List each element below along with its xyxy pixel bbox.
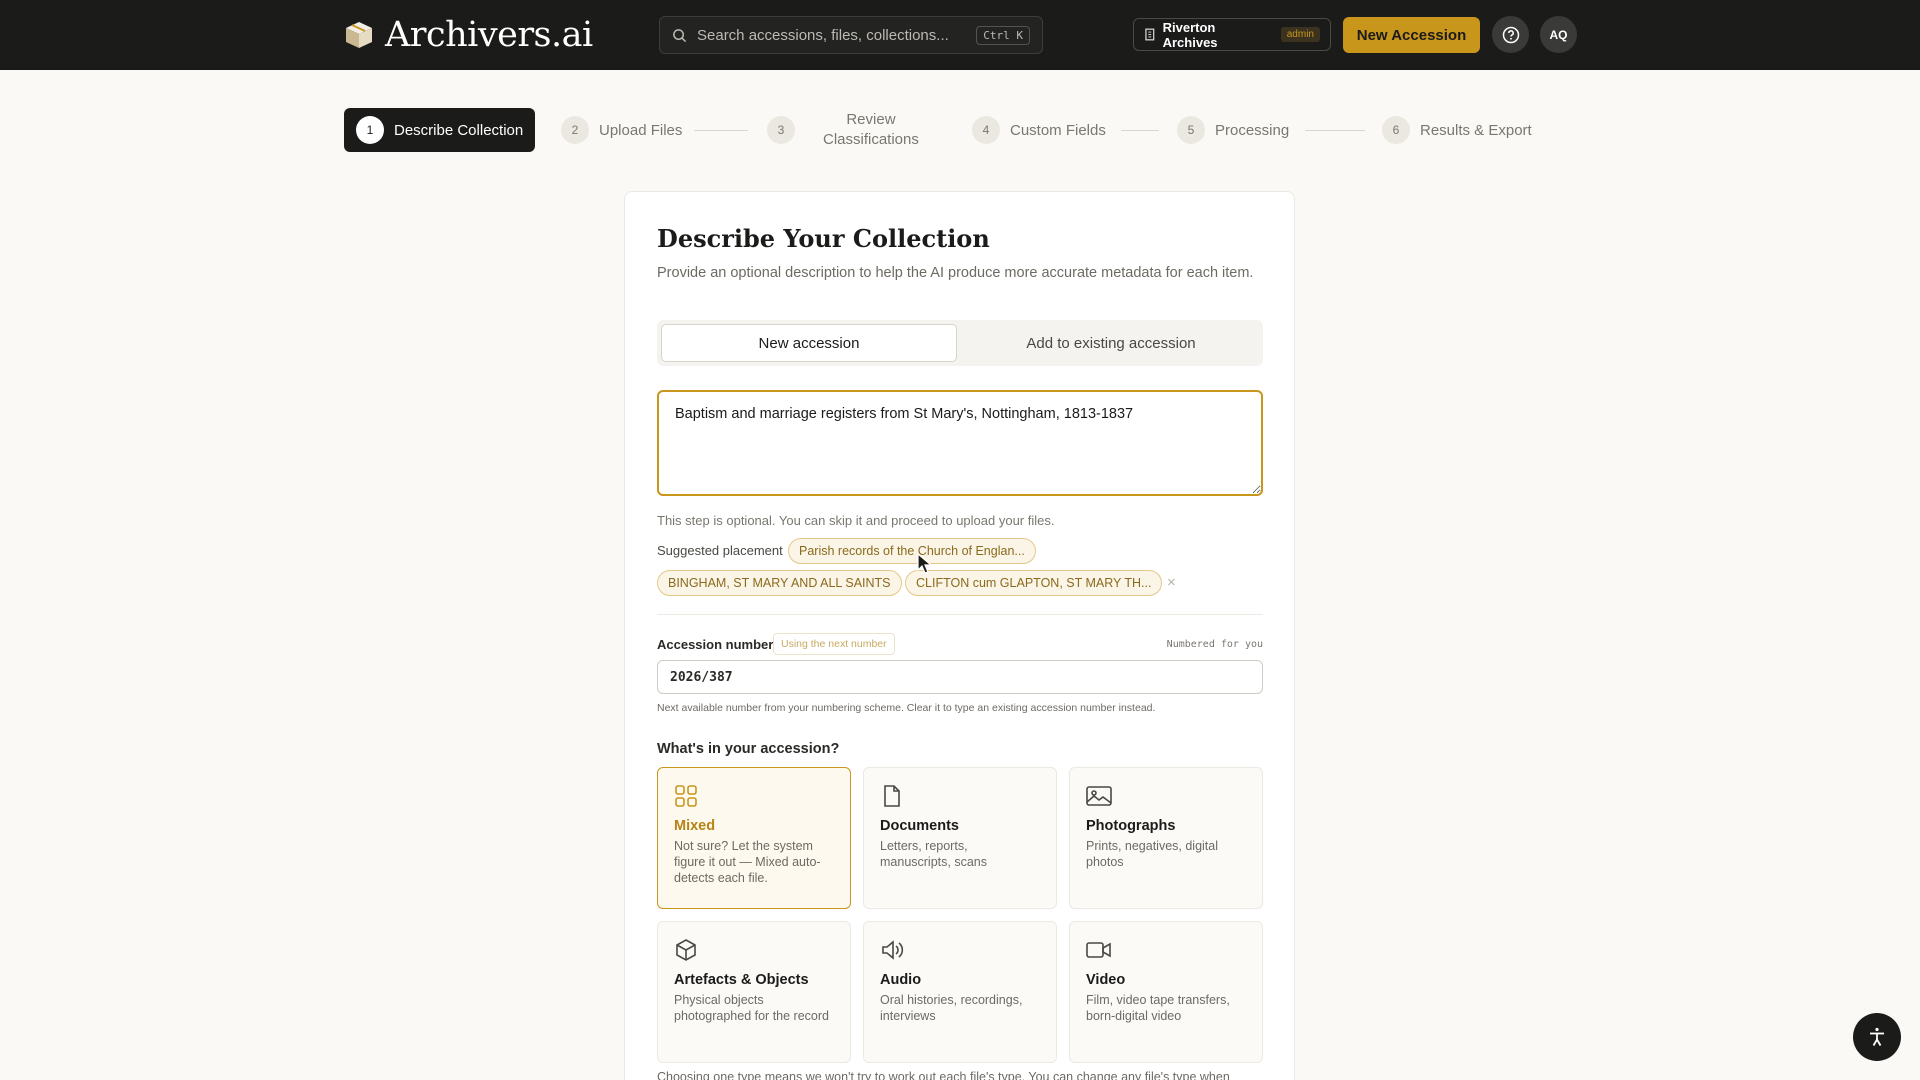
optional-hint: This step is optional. You can skip it a… bbox=[657, 513, 1055, 528]
top-bar: Archivers.ai Ctrl K Riverton Archives ad… bbox=[0, 0, 1920, 70]
step-number: 6 bbox=[1382, 116, 1410, 144]
step-label: Describe Collection bbox=[394, 121, 524, 139]
step-label-line2: Classifications bbox=[823, 131, 919, 148]
accession-number-help: Next available number from your numberin… bbox=[657, 702, 1156, 714]
collection-description-input[interactable] bbox=[657, 390, 1263, 496]
cube-icon bbox=[676, 939, 696, 961]
type-title: Photographs bbox=[1086, 818, 1176, 834]
type-description: Film, video tape transfers, born-digital… bbox=[1086, 993, 1230, 1023]
new-accession-tab[interactable]: New accession bbox=[661, 324, 957, 362]
step-review-classifications[interactable]: 3 Review Classifications bbox=[767, 110, 919, 150]
grid-icon bbox=[675, 785, 697, 807]
type-choice-note: Choosing one type means we won't try to … bbox=[657, 1070, 1230, 1080]
suggestion-chip[interactable]: BINGHAM, ST MARY AND ALL SAINTS bbox=[657, 570, 902, 596]
app-logo[interactable]: Archivers.ai bbox=[343, 14, 593, 56]
role-badge: admin bbox=[1280, 27, 1320, 42]
page-subtitle: Provide an optional description to help … bbox=[657, 265, 1254, 281]
type-card-audio[interactable]: Audio Oral histories, recordings, interv… bbox=[863, 921, 1057, 1063]
building-icon bbox=[1145, 28, 1155, 41]
video-icon bbox=[1086, 942, 1111, 958]
step-number: 1 bbox=[356, 116, 384, 144]
step-custom-fields[interactable]: 4 Custom Fields bbox=[972, 116, 1106, 144]
type-title: Video bbox=[1086, 972, 1126, 988]
accession-number-input[interactable] bbox=[657, 660, 1263, 694]
search-shortcut-hint: Ctrl K bbox=[976, 25, 1030, 45]
page-title: Describe Your Collection bbox=[657, 224, 990, 253]
suggestion-chip[interactable]: CLIFTON cum GLAPTON, ST MARY TH... bbox=[905, 570, 1163, 596]
type-title: Documents bbox=[880, 818, 959, 834]
type-title: Mixed bbox=[674, 818, 716, 834]
type-description: Letters, reports, manuscripts, scans bbox=[880, 839, 987, 869]
org-name: Riverton Archives bbox=[1162, 19, 1218, 50]
type-description: Oral histories, recordings, interviews bbox=[880, 993, 1023, 1023]
org-switcher[interactable]: Riverton Archives admin bbox=[1133, 18, 1331, 51]
step-connector bbox=[1305, 130, 1365, 131]
step-connector bbox=[1121, 130, 1159, 131]
step-describe-collection[interactable]: 1 Describe Collection bbox=[344, 108, 536, 152]
type-description: Prints, negatives, digital photos bbox=[1086, 839, 1219, 869]
accessibility-icon bbox=[1870, 1027, 1884, 1046]
search-icon bbox=[673, 28, 687, 42]
global-search[interactable]: Ctrl K bbox=[659, 16, 1043, 54]
document-icon bbox=[884, 785, 900, 807]
step-processing[interactable]: 5 Processing bbox=[1177, 116, 1289, 144]
dismiss-suggestions-button[interactable]: × bbox=[1167, 574, 1176, 591]
step-label: Processing bbox=[1215, 121, 1290, 139]
archive-box-icon bbox=[346, 22, 372, 48]
step-label: Review Classifications bbox=[823, 110, 919, 150]
logo-text: Archivers.ai bbox=[385, 15, 593, 55]
step-label: Upload Files bbox=[599, 121, 683, 139]
type-card-photographs[interactable]: Photographs Prints, negatives, digital p… bbox=[1069, 767, 1263, 909]
step-number: 3 bbox=[767, 116, 795, 144]
section-divider bbox=[657, 614, 1263, 615]
type-card-documents[interactable]: Documents Letters, reports, manuscripts,… bbox=[863, 767, 1057, 909]
type-description: Physical objects photographed for the re… bbox=[674, 993, 829, 1023]
contents-question: What's in your accession? bbox=[657, 741, 840, 757]
step-number: 2 bbox=[561, 116, 589, 144]
existing-accession-tab[interactable]: Add to existing accession bbox=[963, 324, 1259, 362]
type-title: Audio bbox=[880, 972, 922, 988]
new-accession-button[interactable]: New Accession bbox=[1343, 17, 1480, 53]
step-connector bbox=[694, 130, 748, 131]
type-card-mixed[interactable]: Mixed Not sure? Let the system figure it… bbox=[657, 767, 851, 909]
step-number: 5 bbox=[1177, 116, 1205, 144]
numbered-for-you-note: Numbered for you bbox=[1166, 639, 1263, 650]
image-icon bbox=[1086, 786, 1112, 806]
accession-number-label: Accession number bbox=[657, 637, 774, 652]
accessibility-button[interactable] bbox=[1853, 1013, 1901, 1061]
speaker-icon bbox=[882, 940, 904, 960]
step-label: Custom Fields bbox=[1010, 121, 1106, 139]
step-number: 4 bbox=[972, 116, 1000, 144]
step-label: Results & Export bbox=[1420, 121, 1532, 139]
help-button[interactable] bbox=[1492, 16, 1529, 53]
type-card-artefacts[interactable]: Artefacts & Objects Physical objects pho… bbox=[657, 921, 851, 1063]
suggestion-chip[interactable]: Parish records of the Church of Englan..… bbox=[788, 538, 1036, 564]
next-number-tag: Using the next number bbox=[773, 633, 895, 655]
suggested-placement-label: Suggested placement bbox=[657, 543, 783, 558]
mouse-cursor-icon bbox=[917, 553, 933, 574]
accession-mode-toggle: New accession Add to existing accession bbox=[657, 320, 1263, 366]
type-description: Not sure? Let the system figure it out —… bbox=[674, 839, 821, 885]
type-title: Artefacts & Objects bbox=[674, 972, 809, 988]
type-card-video[interactable]: Video Film, video tape transfers, born-d… bbox=[1069, 921, 1263, 1063]
user-avatar[interactable]: AQ bbox=[1540, 16, 1577, 53]
help-icon bbox=[1502, 26, 1519, 43]
step-label-line1: Review bbox=[846, 111, 896, 128]
step-upload-files[interactable]: 2 Upload Files bbox=[561, 116, 682, 144]
search-input[interactable] bbox=[697, 26, 977, 44]
step-results-export[interactable]: 6 Results & Export bbox=[1382, 116, 1532, 144]
